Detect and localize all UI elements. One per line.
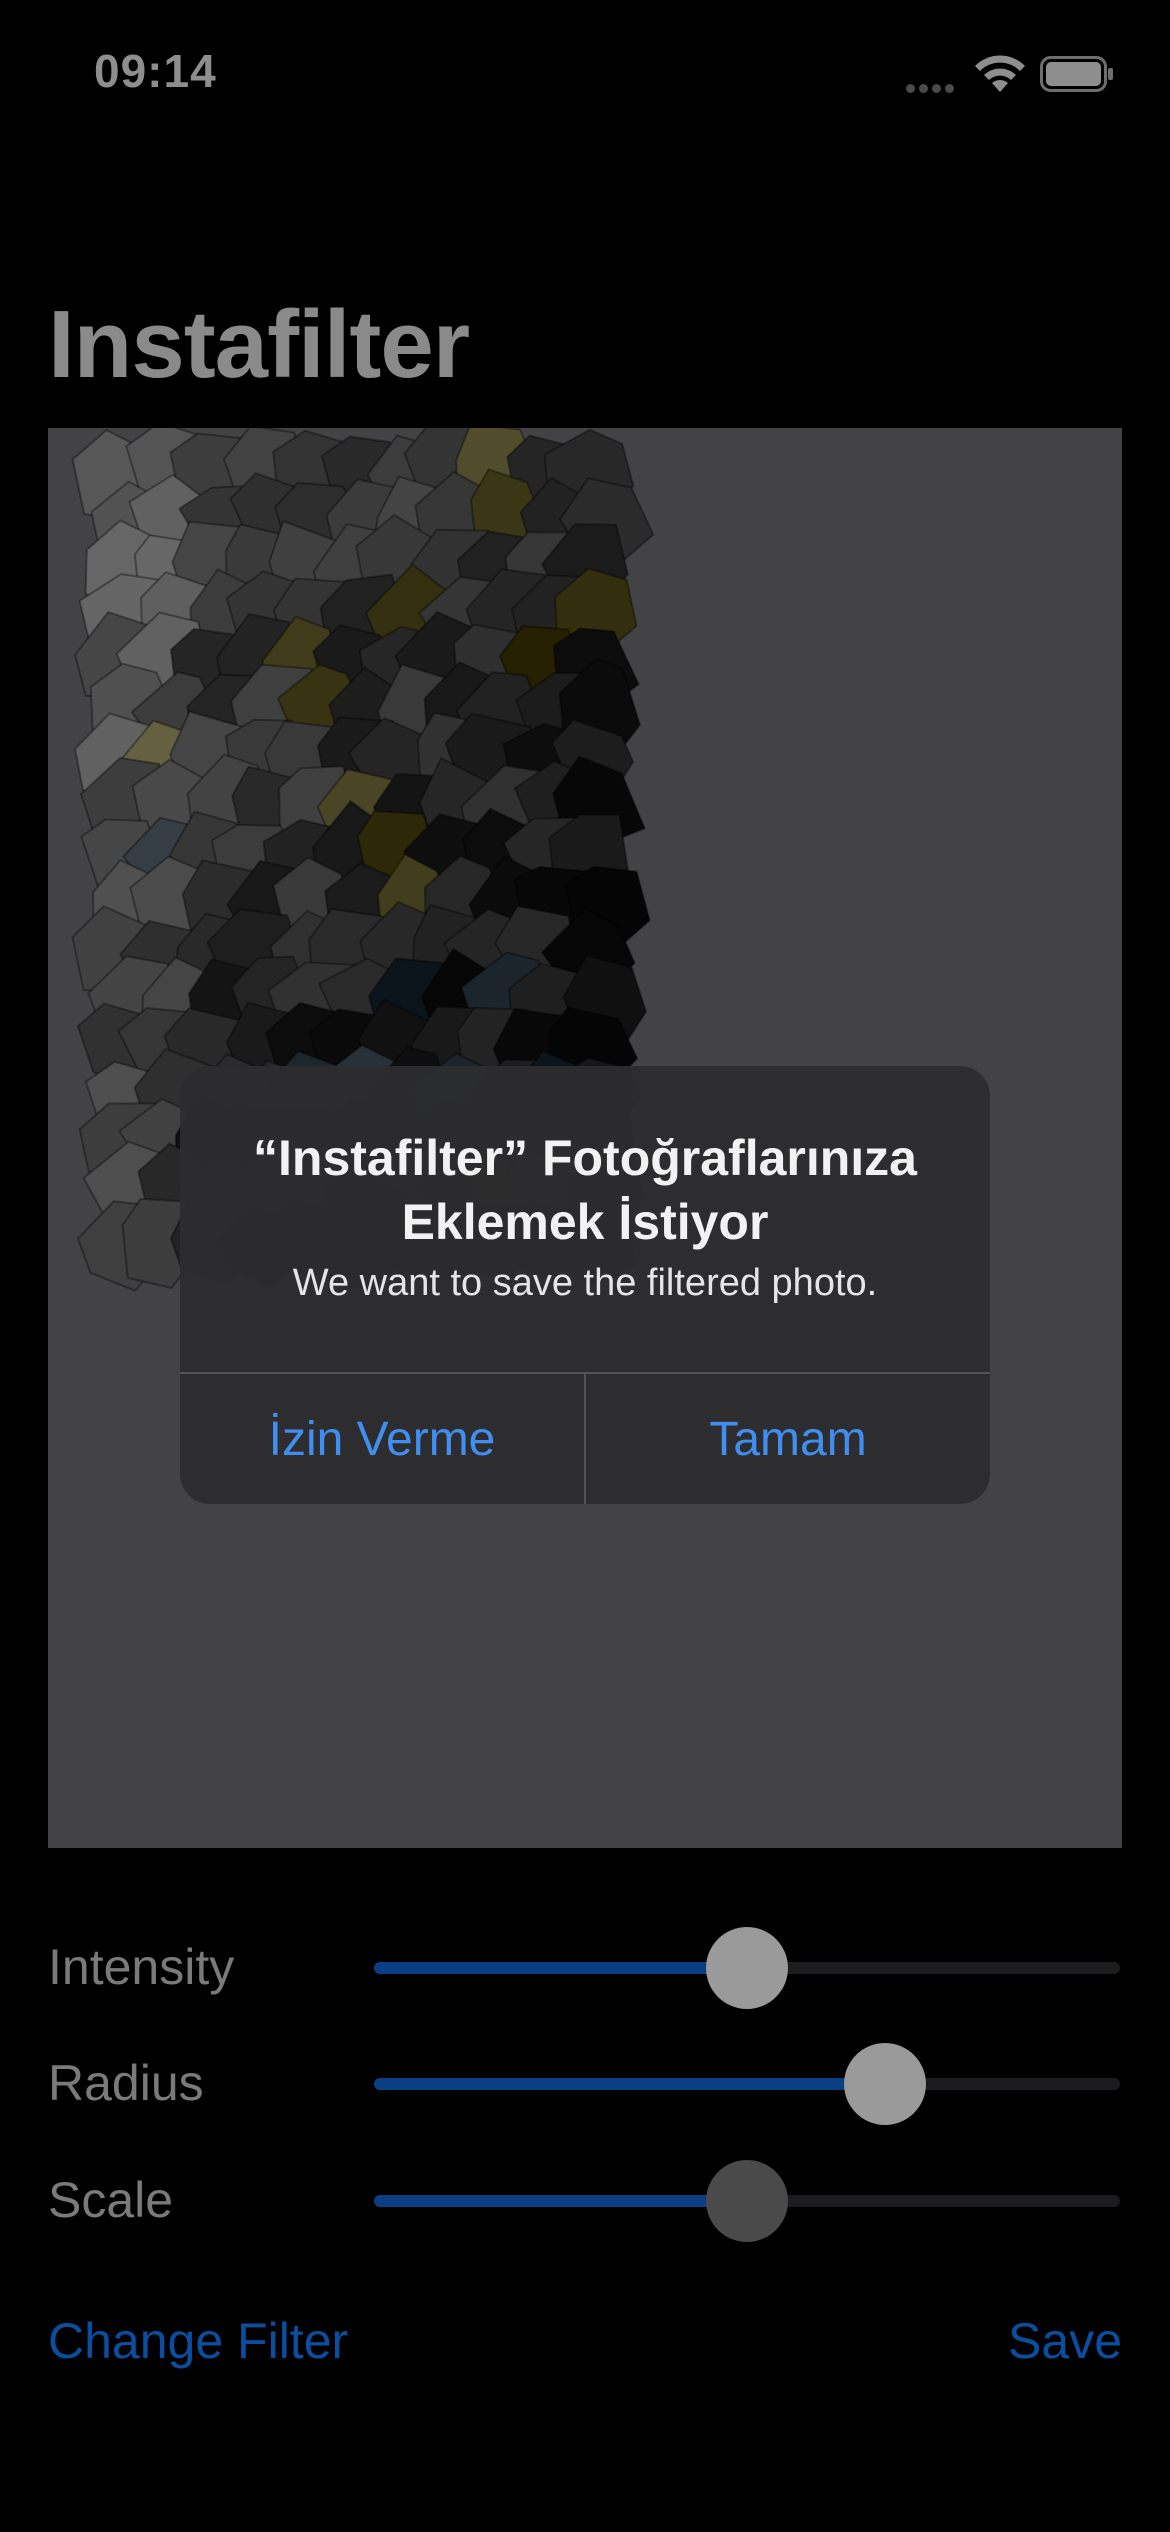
photo-permission-alert: “Instafilter” Fotoğraflarınıza Eklemek İ… xyxy=(180,1066,990,1504)
scale-label: Scale xyxy=(48,2172,174,2228)
battery-full-icon xyxy=(1040,56,1113,92)
radius-label: Radius xyxy=(48,2055,204,2111)
alert-title: “Instafilter” Fotoğraflarınıza Eklemek İ… xyxy=(253,1130,917,1250)
page-title: Instafilter xyxy=(48,291,470,398)
radius-slider-thumb[interactable] xyxy=(844,2043,926,2125)
scale-control: Scale xyxy=(48,2157,1122,2247)
status-time: 09:14 xyxy=(94,45,217,97)
intensity-label: Intensity xyxy=(48,1939,235,1995)
radius-control: Radius xyxy=(48,2040,1122,2130)
status-bar: 09:14 xyxy=(0,0,1170,150)
intensity-slider[interactable] xyxy=(374,1927,1120,2009)
allow-button[interactable]: Tamam xyxy=(586,1374,990,1504)
scale-slider-fill xyxy=(374,2195,747,2207)
wifi-icon xyxy=(975,55,1025,92)
scale-slider-thumb[interactable] xyxy=(706,2160,788,2242)
intensity-slider-thumb[interactable] xyxy=(706,1927,788,2009)
save-button[interactable]: Save xyxy=(1008,2312,1122,2370)
alert-message: We want to save the filtered photo. xyxy=(292,1262,878,1304)
signal-dots-icon xyxy=(906,80,960,93)
scale-slider[interactable] xyxy=(374,2160,1120,2242)
change-filter-button[interactable]: Change Filter xyxy=(48,2312,348,2370)
deny-button[interactable]: İzin Verme xyxy=(180,1374,584,1504)
intensity-control: Intensity xyxy=(48,1924,1122,2014)
radius-slider[interactable] xyxy=(374,2043,1120,2125)
bottom-toolbar: Change Filter Save xyxy=(48,2312,1122,2392)
radius-slider-fill xyxy=(374,2078,885,2090)
intensity-slider-fill xyxy=(374,1962,747,1974)
